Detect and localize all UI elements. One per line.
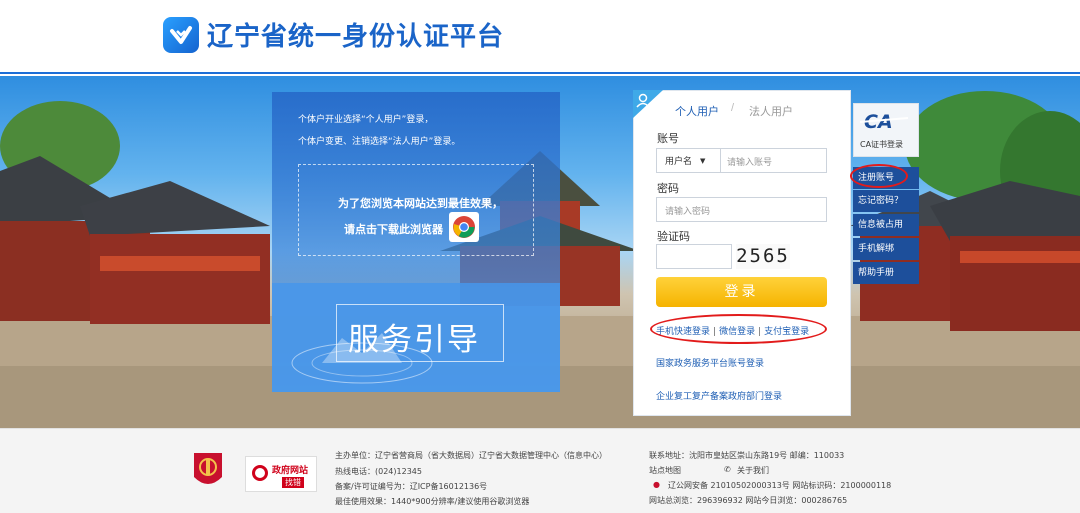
captcha-label: 验证码 [657,230,690,243]
footer-police-record[interactable]: 辽公网安备 21010502000313号 网站标识码：2100000118 [668,480,891,491]
footer-best-view: 最佳使用效果：1440*900分辨率/建议使用谷歌浏览器 [335,497,530,506]
tab-legal-user[interactable]: 法人用户 [749,103,793,119]
service-guide-title[interactable]: 服务引导 [348,314,480,359]
guide-text-open: 个体户开业选择“个人用户”登录， [298,115,434,125]
footer-site-map[interactable]: 站点地图 [649,465,681,476]
forgot-password-button[interactable]: 忘记密码？ [853,190,919,212]
footer-icp[interactable]: 备案/许可证编号为：辽ICP备16012136号 [335,481,487,492]
password-input[interactable]: 请输入密码 [656,197,827,222]
account-type-value: 用户名 [665,157,693,167]
ca-certificate-icon: CA [858,110,914,133]
national-platform-login-link[interactable]: 国家政务服务平台账号登录 [656,356,764,369]
site-logo[interactable]: 辽宁省统一身份认证平台 [163,16,504,53]
site-footer [0,428,1080,513]
footer-about-us[interactable]: 关于我们 [737,465,769,476]
highlight-oval-register [850,164,908,188]
site-title: 辽宁省统一身份认证平台 [207,22,505,52]
highlight-oval-quick-login [650,314,827,344]
login-button[interactable]: 登录 [656,277,827,307]
shield-check-icon [163,16,199,53]
police-badge-icon: ● [653,480,660,489]
gov-badge-title: 政府网站 [272,466,309,476]
ca-login-label: CA证书登录 [860,140,904,149]
party-emblem-icon[interactable] [192,451,224,491]
gov-site-error-report-badge[interactable]: 政府网站 找错 [245,456,317,492]
phone-icon: ✆ [724,465,731,474]
account-input[interactable]: 请输入账号 [727,155,772,168]
magnifier-icon [252,465,268,481]
account-label: 账号 [657,132,679,145]
tab-separator: / [731,102,735,114]
captcha-image[interactable]: 2565 [736,244,790,269]
footer-hotline: 热线电话：(024)12345 [335,467,422,476]
account-field: 用户名 ▼ 请输入账号 [656,148,827,173]
footer-sponsor: 主办单位：辽宁省营商局（省大数据局）辽宁省大数据管理中心（信息中心） [335,451,607,460]
guide-text-change: 个体户变更、注销选择“法人用户”登录。 [298,137,461,147]
captcha-input[interactable] [656,244,732,269]
password-label: 密码 [657,182,679,195]
enterprise-gov-login-link[interactable]: 企业复工复产备案政府部门登录 [656,389,782,402]
password-placeholder: 请输入密码 [665,207,711,217]
info-occupied-button[interactable]: 信息被占用 [853,214,919,236]
user-corner-icon [633,90,663,118]
phone-unbind-button[interactable]: 手机解绑 [853,238,919,260]
gov-badge-subtitle: 找错 [282,477,304,488]
browser-tip-line2: 请点击下载此浏览器 [344,223,443,236]
account-type-select[interactable]: 用户名 ▼ [657,149,721,172]
footer-visits: 网站总浏览：296396932 网站今日浏览：000286765 [649,496,848,505]
browser-tip-line1: 为了您浏览本网站达到最佳效果， [338,197,503,210]
chrome-download-icon[interactable] [449,212,479,242]
tab-personal-user[interactable]: 个人用户 [675,103,719,119]
caret-down-icon: ▼ [700,156,706,165]
site-header: 辽宁省统一身份认证平台 [0,0,1080,74]
footer-address: 联系地址：沈阳市皇姑区崇山东路19号 邮编：110033 [649,451,845,460]
help-manual-button[interactable]: 帮助手册 [853,262,919,284]
